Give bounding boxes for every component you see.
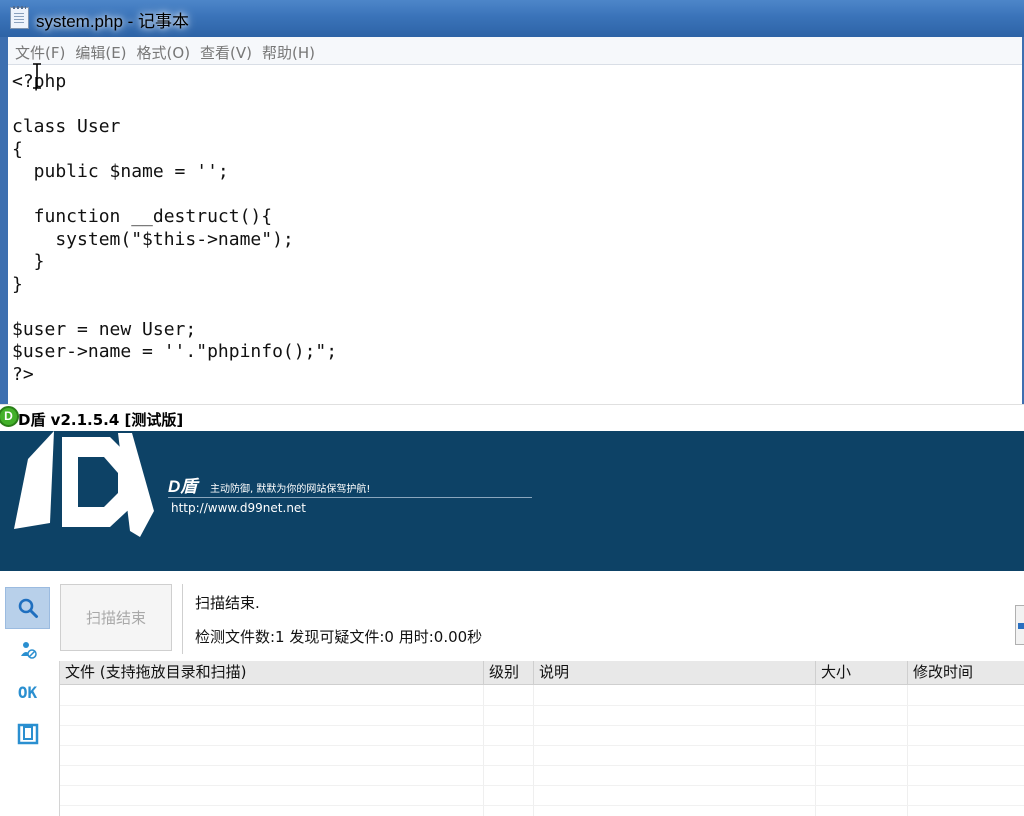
scan-button[interactable]: 扫描结束: [60, 584, 172, 651]
window-frame-left: [0, 37, 8, 404]
menu-edit[interactable]: 编辑(E): [75, 37, 126, 63]
table-row-gridline: [60, 745, 1024, 746]
dshield-title: D盾 v2.1.5.4 [测试版]: [18, 411, 184, 429]
column-level[interactable]: 级别: [484, 661, 534, 684]
table-row-gridline: [60, 805, 1024, 806]
process-icon: [20, 642, 37, 659]
toolbar-divider: [182, 584, 183, 654]
table-row-gridline: [60, 705, 1024, 706]
text-cursor-icon: [33, 63, 41, 89]
dshield-sidebar: OK: [0, 571, 56, 816]
table-row-gridline: [60, 765, 1024, 766]
dshield-slogan: 主动防御, 默默为你的网站保驾护航!: [210, 484, 371, 495]
menu-view[interactable]: 查看(V): [200, 37, 252, 63]
ok-icon: OK: [17, 682, 38, 702]
notepad-text-area[interactable]: <?php class User { public $name = ''; fu…: [8, 65, 1022, 404]
column-description[interactable]: 说明: [534, 661, 816, 684]
sidebar-scan-button[interactable]: [5, 587, 50, 629]
dshield-banner: D盾 主动防御, 默默为你的网站保驾护航! http://www.d99net.…: [0, 431, 1024, 571]
export-icon[interactable]: [1015, 605, 1024, 645]
table-row-gridline: [60, 725, 1024, 726]
menu-help[interactable]: 帮助(H): [262, 37, 315, 63]
column-size[interactable]: 大小: [816, 661, 908, 684]
dshield-window: D D盾 v2.1.5.4 [测试版] D盾 主动防御, 默默为你的网站保驾护航…: [0, 404, 1024, 816]
banner-divider: [168, 497, 532, 498]
notepad-titlebar[interactable]: system.php - 记事本: [0, 0, 1024, 37]
code-text[interactable]: <?php class User { public $name = ''; fu…: [12, 71, 337, 386]
dshield-url[interactable]: http://www.d99net.net: [171, 501, 306, 515]
search-icon: [18, 598, 38, 618]
sidebar-ok-button[interactable]: OK: [5, 671, 50, 713]
window-icon: [17, 723, 38, 745]
column-file[interactable]: 文件 (支持拖放目录和扫描): [60, 661, 484, 684]
dshield-brand: D盾: [168, 477, 198, 496]
dshield-main: OK 扫描结束 扫描结束. 检测文件数:1 发现可疑文件:0 用时:0.00秒 …: [0, 571, 1024, 816]
notepad-title: system.php - 记事本: [36, 12, 190, 31]
menu-format[interactable]: 格式(O): [137, 37, 191, 63]
menu-file[interactable]: 文件(F): [15, 37, 65, 63]
dshield-app-icon: D: [0, 406, 19, 427]
notepad-icon: [10, 6, 29, 29]
results-table-header: 文件 (支持拖放目录和扫描) 级别 说明 大小 修改时间: [60, 661, 1024, 685]
sidebar-process-button[interactable]: [5, 629, 50, 671]
column-modified-time[interactable]: 修改时间: [908, 661, 1024, 684]
notepad-menubar: 文件(F) 编辑(E) 格式(O) 查看(V) 帮助(H): [8, 37, 1022, 65]
scan-status: 扫描结束.: [195, 594, 260, 612]
table-row-gridline: [60, 785, 1024, 786]
dshield-titlebar[interactable]: D D盾 v2.1.5.4 [测试版]: [0, 404, 1024, 431]
notepad-window: system.php - 记事本 文件(F) 编辑(E) 格式(O) 查看(V) 帮助(…: [0, 0, 1024, 404]
sidebar-window-button[interactable]: [5, 713, 50, 755]
results-table[interactable]: 文件 (支持拖放目录和扫描) 级别 说明 大小 修改时间: [59, 661, 1024, 816]
dshield-logo-icon: [14, 431, 154, 537]
scan-summary: 检测文件数:1 发现可疑文件:0 用时:0.00秒: [195, 628, 483, 646]
